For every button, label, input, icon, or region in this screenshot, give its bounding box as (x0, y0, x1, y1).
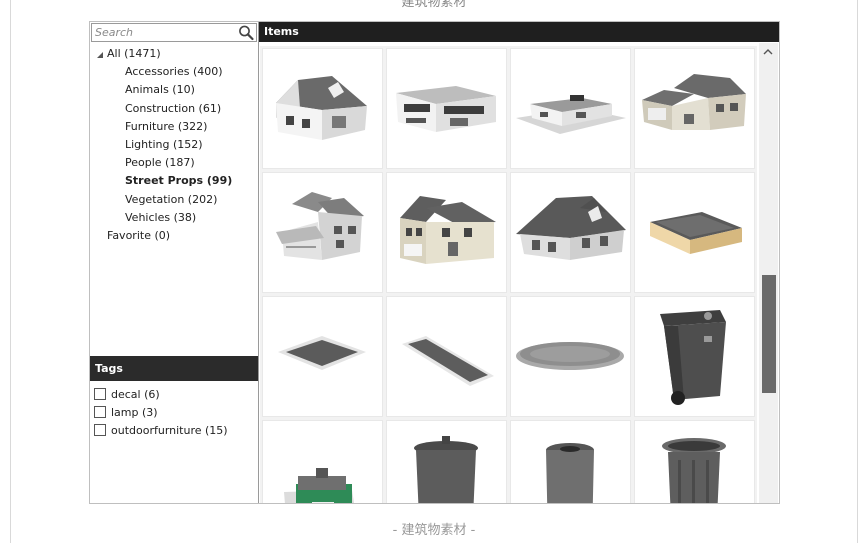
tree-item-all[interactable]: All (1471) (107, 47, 161, 61)
item-thumbnail[interactable] (386, 172, 507, 293)
house-twostory-icon (400, 196, 496, 264)
trash-can-ornate-icon (662, 438, 726, 503)
scroll-thumb[interactable] (762, 275, 776, 393)
tree-item-street-props[interactable]: Street Props (99) (125, 174, 232, 188)
item-thumbnail[interactable] (634, 48, 755, 169)
page-border-left (10, 0, 11, 543)
item-thumbnail[interactable] (634, 420, 755, 503)
recycle-bin-icon (284, 468, 355, 503)
asset-browser-window: All (1471) Accessories (400) Animals (10… (89, 21, 780, 504)
item-thumbnail[interactable] (510, 296, 631, 417)
tag-lamp[interactable]: lamp (3) (94, 406, 158, 419)
trash-can-small-icon (546, 443, 594, 503)
checkbox[interactable] (94, 388, 106, 400)
items-header: Items (259, 22, 779, 42)
tree-item-people[interactable]: People (187) (125, 156, 195, 170)
item-thumbnail[interactable] (634, 172, 755, 293)
round-patch-icon (516, 342, 624, 370)
house-gable-icon (276, 76, 367, 140)
tag-label: outdoorfurniture (15) (111, 424, 228, 437)
search-input[interactable] (92, 24, 235, 41)
items-scrollbar[interactable] (759, 43, 778, 503)
dirt-strip-icon (402, 336, 494, 386)
trash-can-icon (414, 436, 478, 503)
left-panel: All (1471) Accessories (400) Animals (10… (90, 22, 259, 503)
item-thumbnail[interactable] (262, 296, 383, 417)
item-thumbnail[interactable] (510, 48, 631, 169)
chevron-up-icon[interactable] (762, 46, 774, 58)
tree-item-furniture[interactable]: Furniture (322) (125, 120, 207, 134)
expand-caret-icon[interactable] (96, 51, 104, 59)
house-roof-icon (516, 196, 626, 260)
checkbox[interactable] (94, 406, 106, 418)
planter-box-icon (650, 212, 742, 254)
item-thumbnail[interactable] (262, 48, 383, 169)
tree-item-vegetation[interactable]: Vegetation (202) (125, 193, 217, 207)
item-thumbnail[interactable] (386, 48, 507, 169)
tag-decal[interactable]: decal (6) (94, 388, 160, 401)
item-thumbnail[interactable] (262, 420, 383, 503)
items-grid (260, 46, 757, 503)
house-flat-icon (516, 95, 626, 134)
item-thumbnail[interactable] (634, 296, 755, 417)
tree-item-accessories[interactable]: Accessories (400) (125, 65, 223, 79)
item-thumbnail[interactable] (386, 296, 507, 417)
house-modern-icon (396, 86, 496, 132)
tree-item-animals[interactable]: Animals (10) (125, 83, 195, 97)
bottom-caption: - 建筑物素材 - (392, 523, 476, 538)
search-icon[interactable] (237, 24, 255, 41)
tree-item-lighting[interactable]: Lighting (152) (125, 138, 203, 152)
house-porch-icon (276, 192, 364, 260)
top-caption: 建筑物素材 (401, 0, 467, 10)
item-thumbnail[interactable] (386, 420, 507, 503)
item-thumbnail[interactable] (510, 420, 631, 503)
search-box (91, 23, 257, 42)
page-border-right (857, 0, 858, 543)
tag-label: decal (6) (111, 388, 160, 401)
tree-item-construction[interactable]: Construction (61) (125, 102, 221, 116)
tags-header: Tags (90, 356, 258, 381)
dirt-patch-icon (278, 336, 366, 370)
tag-outdoorfurniture[interactable]: outdoorfurniture (15) (94, 424, 228, 437)
tag-label: lamp (3) (111, 406, 158, 419)
item-thumbnail[interactable] (262, 172, 383, 293)
house-large-icon (642, 74, 746, 130)
checkbox[interactable] (94, 424, 106, 436)
wheelie-bin-icon (660, 310, 726, 405)
item-thumbnail[interactable] (510, 172, 631, 293)
tree-item-favorite[interactable]: Favorite (0) (107, 229, 170, 243)
tree-item-vehicles[interactable]: Vehicles (38) (125, 211, 196, 225)
items-panel: Items (259, 22, 779, 503)
